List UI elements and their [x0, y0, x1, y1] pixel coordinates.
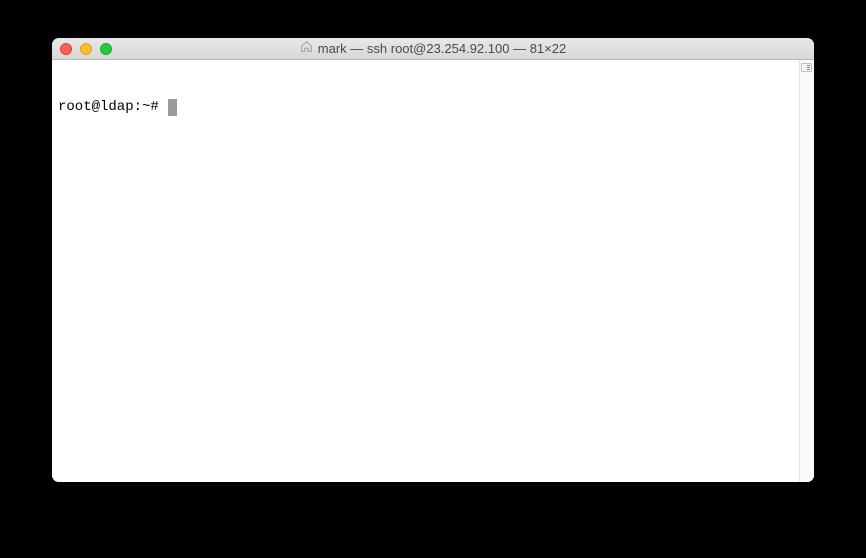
- home-icon: [300, 40, 313, 58]
- close-button[interactable]: [60, 43, 72, 55]
- cursor: [168, 99, 177, 116]
- terminal-content[interactable]: root@ldap:~#: [52, 60, 799, 482]
- prompt-line: root@ldap:~#: [58, 98, 793, 116]
- traffic-lights: [60, 43, 112, 55]
- prompt-text: root@ldap:~#: [58, 98, 167, 116]
- scrollbar[interactable]: [799, 60, 814, 482]
- window-title: mark — ssh root@23.254.92.100 — 81×22: [318, 41, 566, 56]
- minimize-button[interactable]: [80, 43, 92, 55]
- title-area: mark — ssh root@23.254.92.100 — 81×22: [52, 38, 814, 59]
- scroll-indicator-icon: [800, 62, 813, 73]
- terminal-body: root@ldap:~#: [52, 60, 814, 482]
- titlebar[interactable]: mark — ssh root@23.254.92.100 — 81×22: [52, 38, 814, 60]
- terminal-window: mark — ssh root@23.254.92.100 — 81×22 ro…: [52, 38, 814, 482]
- zoom-button[interactable]: [100, 43, 112, 55]
